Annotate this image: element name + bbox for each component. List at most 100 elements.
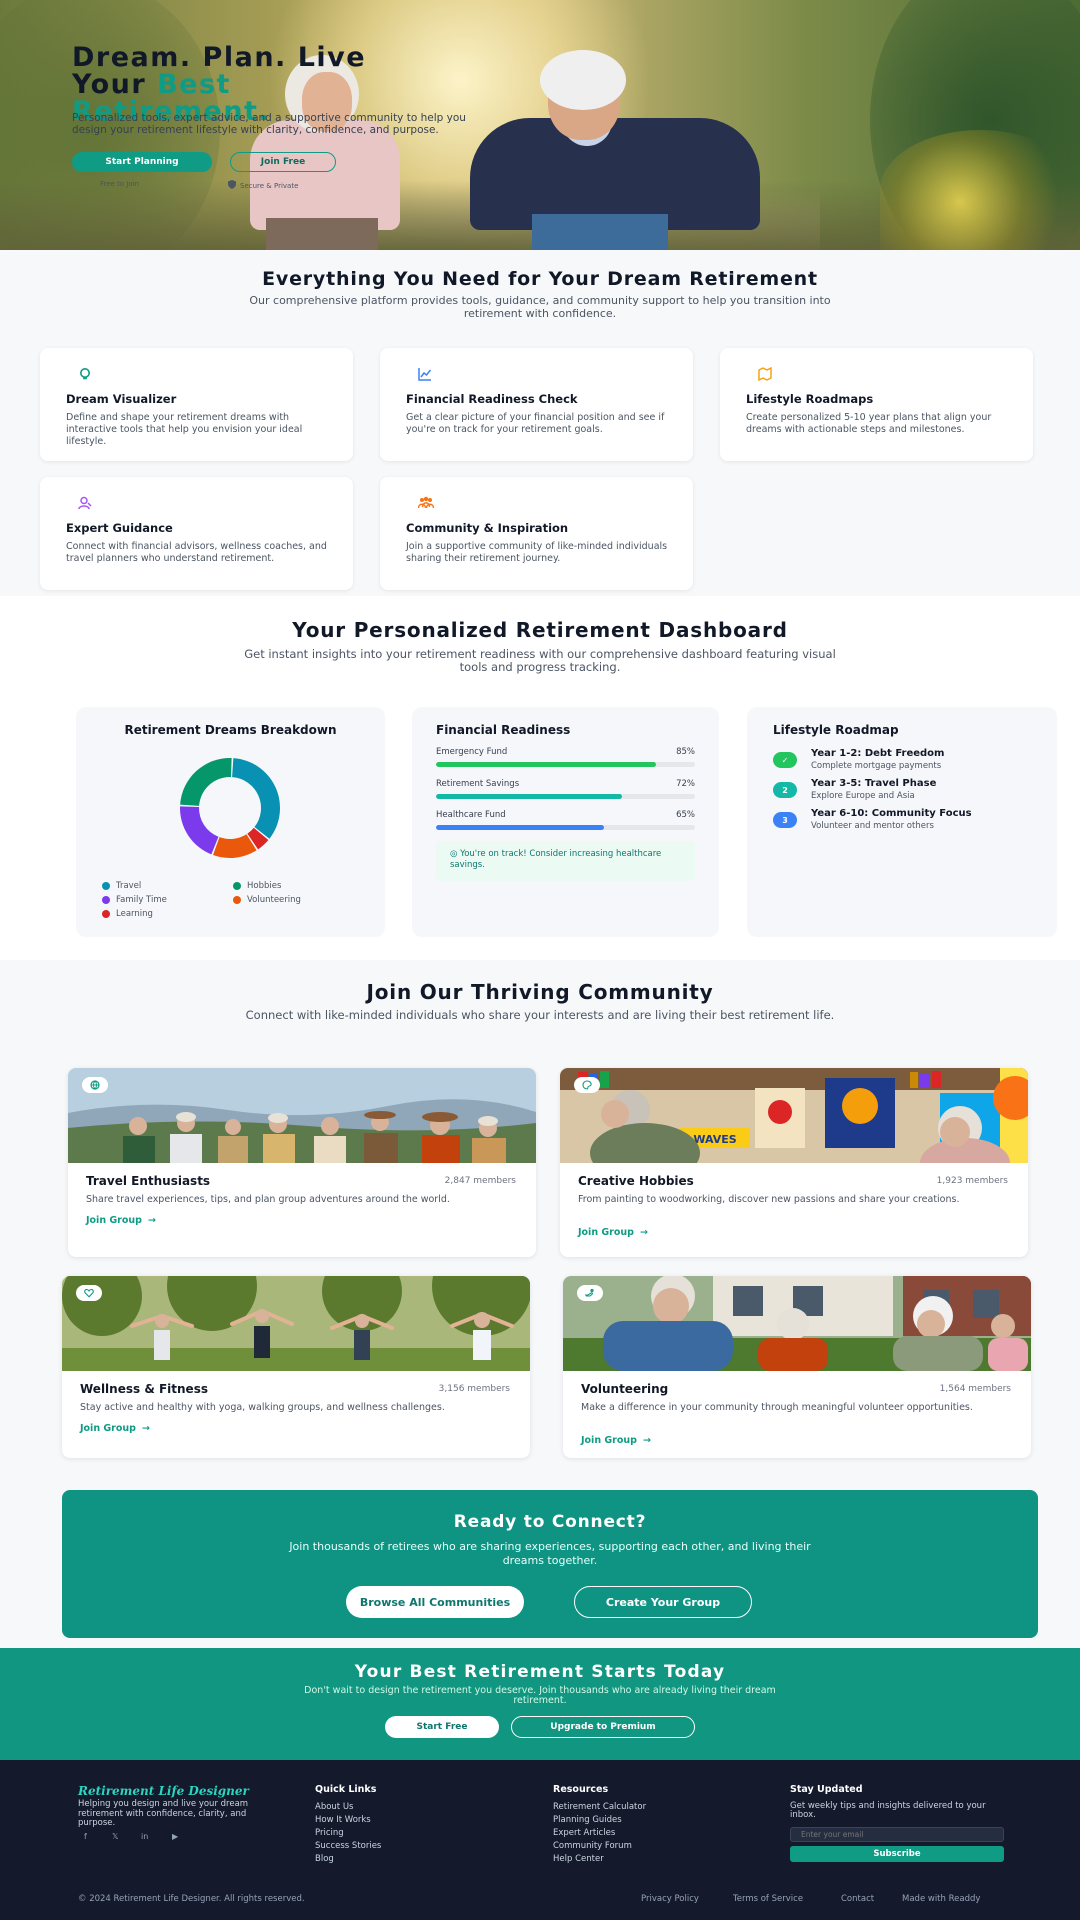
feature-card-financial-readiness[interactable]: Financial Readiness Check Get a clear pi… (380, 348, 693, 461)
terms-link[interactable]: Terms of Service (733, 1894, 803, 1904)
browse-communities-button[interactable]: Browse All Communities (346, 1586, 524, 1618)
legend-item-volunteering: Volunteering (233, 895, 301, 905)
chart-line-icon (418, 366, 432, 381)
group-photo-travel (68, 1068, 536, 1163)
legend-item-learning: Learning (102, 909, 153, 919)
contact-link[interactable]: Contact (841, 1894, 874, 1904)
subscribe-button[interactable]: Subscribe (790, 1846, 1004, 1862)
group-desc: Share travel experiences, tips, and plan… (86, 1194, 450, 1205)
dashboard-title: Your Personalized Retirement Dashboard (292, 618, 788, 642)
footer: Retirement Life Designer Helping you des… (0, 1760, 1080, 1920)
features-title: Everything You Need for Your Dream Retir… (262, 268, 818, 290)
upgrade-premium-button[interactable]: Upgrade to Premium (511, 1716, 695, 1738)
legend-label: Learning (116, 909, 153, 919)
footer-link-calculator[interactable]: Retirement Calculator (553, 1802, 646, 1812)
linkedin-icon[interactable]: in (141, 1832, 148, 1841)
footer-logo[interactable]: Retirement Life Designer (78, 1784, 249, 1798)
feature-desc: Join a supportive community of like-mind… (406, 541, 668, 564)
join-group-label: Join Group (578, 1227, 634, 1238)
start-free-button[interactable]: Start Free (385, 1716, 499, 1738)
group-name: Creative Hobbies (578, 1174, 694, 1188)
group-card-creative: WAVES Creative Hobbies 1,923 members Fro… (560, 1068, 1028, 1257)
footer-link-guides[interactable]: Planning Guides (553, 1815, 622, 1825)
footer-link-success-stories[interactable]: Success Stories (315, 1841, 381, 1851)
join-group-button[interactable]: Join Group → (86, 1215, 156, 1226)
join-group-button[interactable]: Join Group → (581, 1435, 651, 1446)
newsletter-email-input[interactable] (790, 1827, 1004, 1842)
footer-link-how-it-works[interactable]: How It Works (315, 1815, 371, 1825)
palette-icon (574, 1077, 600, 1093)
on-track-notice: ◎ You're on track! Consider increasing h… (436, 841, 695, 881)
youtube-icon[interactable]: ▶ (172, 1832, 178, 1841)
hero-photo-man-hair (540, 50, 626, 110)
donut-slice-travel (232, 758, 280, 839)
people-icon (417, 495, 435, 509)
footer-link-forum[interactable]: Community Forum (553, 1841, 632, 1851)
footer-link-help[interactable]: Help Center (553, 1854, 604, 1864)
feature-card-community[interactable]: Community & Inspiration Join a supportiv… (380, 477, 693, 590)
group-name: Travel Enthusiasts (86, 1174, 211, 1188)
footer-link-about[interactable]: About Us (315, 1802, 353, 1812)
hero-section: Dream. Plan. Live Your Best Retirement. … (0, 0, 1080, 250)
roadmap-item-sub: Complete mortgage payments (811, 761, 942, 771)
facebook-icon[interactable]: f (84, 1832, 87, 1841)
svg-text:WAVES: WAVES (693, 1133, 736, 1146)
donut-slice-hobbies (180, 758, 232, 806)
legend-dot (102, 896, 110, 904)
roadmap-item-title: Year 6-10: Community Focus (811, 808, 972, 819)
hero-photo-woman-legs (266, 218, 378, 250)
hands-helping-icon (577, 1285, 603, 1301)
group-member-count: 2,847 members (444, 1176, 516, 1186)
join-group-button[interactable]: Join Group → (578, 1227, 648, 1238)
legend-label: Travel (116, 881, 142, 891)
privacy-policy-link[interactable]: Privacy Policy (641, 1894, 699, 1904)
lifestyle-roadmap-card: Lifestyle Roadmap ✓ Year 1-2: Debt Freed… (747, 707, 1057, 937)
features-subtitle: Our comprehensive platform provides tool… (249, 294, 831, 320)
legend-item-family-time: Family Time (102, 895, 167, 905)
group-photo-creative: WAVES (560, 1068, 1028, 1163)
community-subtitle: Connect with like-minded individuals who… (245, 1008, 835, 1022)
feature-card-dream-visualizer[interactable]: Dream Visualizer Define and shape your r… (40, 348, 353, 461)
ready-to-connect-panel: Ready to Connect? Join thousands of reti… (62, 1490, 1038, 1638)
donut-slice-volunteering (213, 834, 257, 858)
group-member-count: 1,923 members (936, 1176, 1008, 1186)
roadmap-item-sub: Volunteer and mentor others (811, 821, 934, 831)
join-group-button[interactable]: Join Group → (80, 1423, 150, 1434)
group-card-travel: Travel Enthusiasts 2,847 members Share t… (68, 1068, 536, 1257)
feature-title: Expert Guidance (66, 521, 173, 535)
start-planning-button[interactable]: Start Planning (72, 152, 212, 172)
hero-subtitle: Personalized tools, expert advice, and a… (72, 112, 466, 136)
x-twitter-icon[interactable]: 𝕏 (112, 1832, 118, 1841)
step-badge: 2 (773, 782, 797, 798)
retirement-savings-value: 72% (676, 779, 695, 789)
retirement-savings-bar-fill (436, 794, 623, 799)
footer-link-blog[interactable]: Blog (315, 1854, 334, 1864)
emergency-fund-value: 85% (676, 747, 695, 757)
feature-card-lifestyle-roadmaps[interactable]: Lifestyle Roadmaps Create personalized 5… (720, 348, 1033, 461)
globe-icon (82, 1077, 108, 1093)
dashboard-subtitle: Get instant insights into your retiremen… (244, 647, 836, 674)
join-group-label: Join Group (581, 1435, 637, 1446)
free-to-join-note: Free to Join (100, 180, 140, 188)
heart-icon (76, 1285, 102, 1301)
arrow-right-icon: → (147, 1215, 156, 1226)
footer-link-articles[interactable]: Expert Articles (553, 1828, 615, 1838)
feature-desc: Create personalized 5-10 year plans that… (746, 412, 992, 435)
create-group-button[interactable]: Create Your Group (574, 1586, 752, 1618)
financial-readiness-title: Financial Readiness (436, 723, 571, 737)
map-icon (758, 366, 772, 382)
group-card-volunteering: Volunteering 1,564 members Make a differ… (563, 1276, 1031, 1458)
legend-label: Volunteering (247, 895, 301, 905)
arrow-right-icon: → (141, 1423, 150, 1434)
dreams-breakdown-card: Retirement Dreams Breakdown Travel Hobbi… (76, 707, 385, 937)
roadmap-item-title: Year 1-2: Debt Freedom (811, 748, 945, 759)
arrow-right-icon: → (642, 1435, 651, 1446)
group-desc: Stay active and healthy with yoga, walki… (80, 1402, 445, 1413)
made-with-readdy-link[interactable]: Made with Readdy (902, 1894, 980, 1904)
join-free-button[interactable]: Join Free (230, 152, 336, 172)
footer-link-pricing[interactable]: Pricing (315, 1828, 344, 1838)
join-group-label: Join Group (86, 1215, 142, 1226)
emergency-fund-bar (436, 762, 695, 767)
join-group-label: Join Group (80, 1423, 136, 1434)
feature-card-expert-guidance[interactable]: Expert Guidance Connect with financial a… (40, 477, 353, 590)
